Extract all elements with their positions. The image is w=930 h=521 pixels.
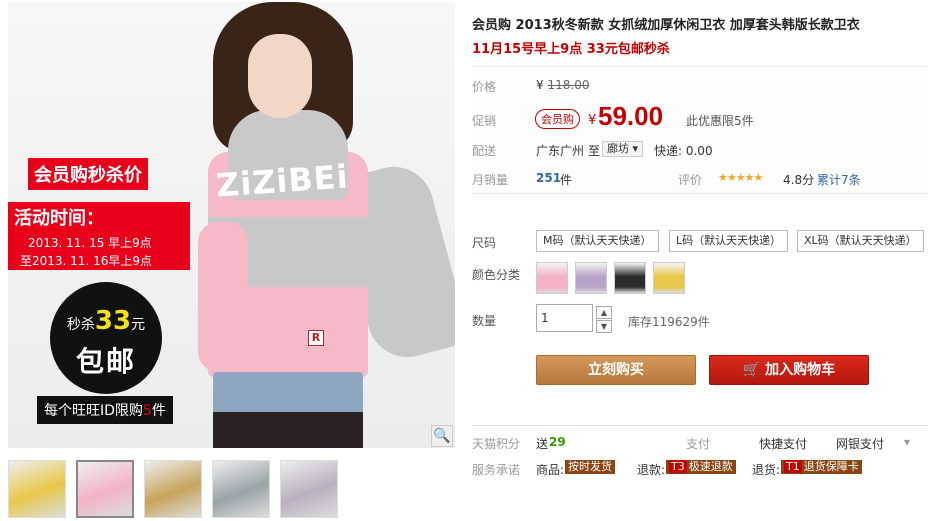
sweater-tag: R [308,330,324,346]
promo-circle-amount: 33 [94,306,132,336]
promo-time-start: 2013. 11. 15 早上9点 [28,236,152,250]
thumbnail-image [9,461,65,517]
svc-goods-tag[interactable]: 按时发货 [565,460,615,474]
svc-refund-text: 退货保障卡 [803,460,859,473]
add-to-cart-button[interactable]: 🛒 加入购物车 [709,355,869,385]
svc-goods-label: 商品: [536,463,565,477]
svc-refund-code: T1 [784,460,802,473]
sales-label: 月销量 [472,173,509,187]
points-label: 天猫积分 [472,437,521,451]
promo-time-box: 活动时间： 2013. 11. 15 早上9点 至2013. 11. 16早上9… [8,202,190,270]
svc-return-code: T3 [669,460,687,473]
thumbnail[interactable] [76,460,134,518]
size-option[interactable]: L码（默认天天快递） [669,230,789,252]
ship-label: 配送 [472,144,497,158]
orig-price-label: 价格 [472,80,497,94]
points-prefix: 送 [536,437,549,451]
thumbnail-strip [8,458,455,520]
promo-note: 此优惠限5件 [686,114,754,128]
cart-icon: 🛒 [742,362,761,378]
qty-label: 数量 [472,314,497,328]
rating-score: 4.8分 [783,173,815,187]
product-subtitle: 11月15号早上9点 33元包邮秒杀 [472,42,670,57]
pay-label: 支付 [686,437,711,451]
quantity-input[interactable] [536,304,593,332]
ship-to-value: 廊坊 [607,142,629,155]
thumbnail[interactable] [212,460,270,518]
promo-label: 促销 [472,114,497,128]
promo-currency: ¥ [588,113,597,128]
thumbnail-image [145,461,201,517]
size-label: 尺码 [472,236,497,250]
pay-quick[interactable]: 快捷支付 [759,435,807,452]
qty-increase-button[interactable]: ▲ [596,306,612,319]
promo-circle-shipping: 包邮 [75,345,136,378]
rating-label: 评价 [678,173,703,187]
qty-decrease-button[interactable]: ▼ [596,320,612,333]
ship-to-select[interactable]: 廊坊 ▾ [602,141,644,157]
promo-circle: 秒杀33元 包邮 [50,282,162,394]
chevron-down-icon: ▾ [632,142,639,155]
model-arm [198,222,248,372]
pay-bank[interactable]: 网银支付 [836,435,884,452]
svc-return-text: 极速退款 [688,460,733,473]
rating-stars: ★★★★★ [718,171,763,184]
size-option[interactable]: M码（默认天天快递） [536,230,659,252]
model-legs [213,412,363,448]
buy-now-button[interactable]: 立刻购买 [536,355,696,385]
model-shorts [213,372,363,417]
orig-price-value: 118.00 [547,78,590,92]
promo-time-label: 活动时间： [14,208,104,229]
svc-refund-label: 退货: [752,463,781,477]
rating-total-link[interactable]: 累计7条 [817,171,861,188]
promo-limit: 每个旺旺ID限购5件 [37,396,173,424]
color-swatch[interactable] [575,262,607,294]
svc-return-label: 退款: [637,463,666,477]
thumbnail-image [78,462,132,516]
promo-circle-unit: 元 [131,317,146,333]
promo-title: 会员购秒杀价 [28,158,148,190]
ship-from: 广东广州 [536,144,585,158]
promo-limit-prefix: 每个旺旺ID限购 [44,403,143,419]
product-detail: 会员购 2013秋冬新款 女抓绒加厚休闲卫衣 加厚套头韩版长款卫衣 11月15号… [472,0,930,521]
promo-price: 59.00 [598,101,664,131]
add-to-cart-label: 加入购物车 [765,362,836,378]
product-title: 会员购 2013秋冬新款 女抓绒加厚休闲卫衣 加厚套头韩版长款卫衣 [472,18,860,33]
magnifier-icon[interactable]: 🔍 [431,425,453,447]
size-option[interactable]: XL码（默认天天快递） [797,230,924,252]
chevron-down-icon[interactable]: ▾ [904,435,910,449]
stock-count: 库存119629件 [628,315,710,329]
promo-circle-prefix: 秒杀 [66,317,95,333]
orig-price: ¥ 118.00 [536,78,589,92]
thumbnail[interactable] [280,460,338,518]
color-swatch[interactable] [536,262,568,294]
promo-limit-suffix: 件 [151,403,166,419]
thumbnail[interactable] [144,460,202,518]
product-gallery: ZiZiBEi R 会员购秒杀价 活动时间： 2013. 11. 15 早上9点… [0,0,455,521]
promo-limit-num: 5 [142,403,152,419]
divider [472,425,927,426]
service-label: 服务承诺 [472,463,521,477]
price-area: 价格 ¥ 118.00 促销 会员购 ¥ 59.00 此优惠限5件 配送 广东广… [472,66,927,194]
ship-fee: 快递: 0.00 [654,144,713,158]
promo-circle-price: 秒杀33元 [50,306,162,336]
thumbnail[interactable] [8,460,66,518]
model-face [248,34,312,118]
color-label: 颜色分类 [472,268,521,282]
svc-return-tag[interactable]: T3 极速退款 [666,460,736,474]
promo-time-end: 至2013. 11. 16早上9点 [20,254,152,268]
sales-value: 251 [536,171,562,185]
color-swatch[interactable] [614,262,646,294]
thumbnail-image [213,461,269,517]
svc-refund-tag[interactable]: T1 退货保障卡 [781,460,862,474]
sales-unit: 件 [560,173,573,187]
color-swatch[interactable] [653,262,685,294]
points-value: 29 [549,435,566,449]
orig-currency: ¥ [536,78,544,92]
ship-to-word: 至 [588,144,601,158]
vip-badge: 会员购 [535,109,580,129]
thumbnail-image [281,461,337,517]
